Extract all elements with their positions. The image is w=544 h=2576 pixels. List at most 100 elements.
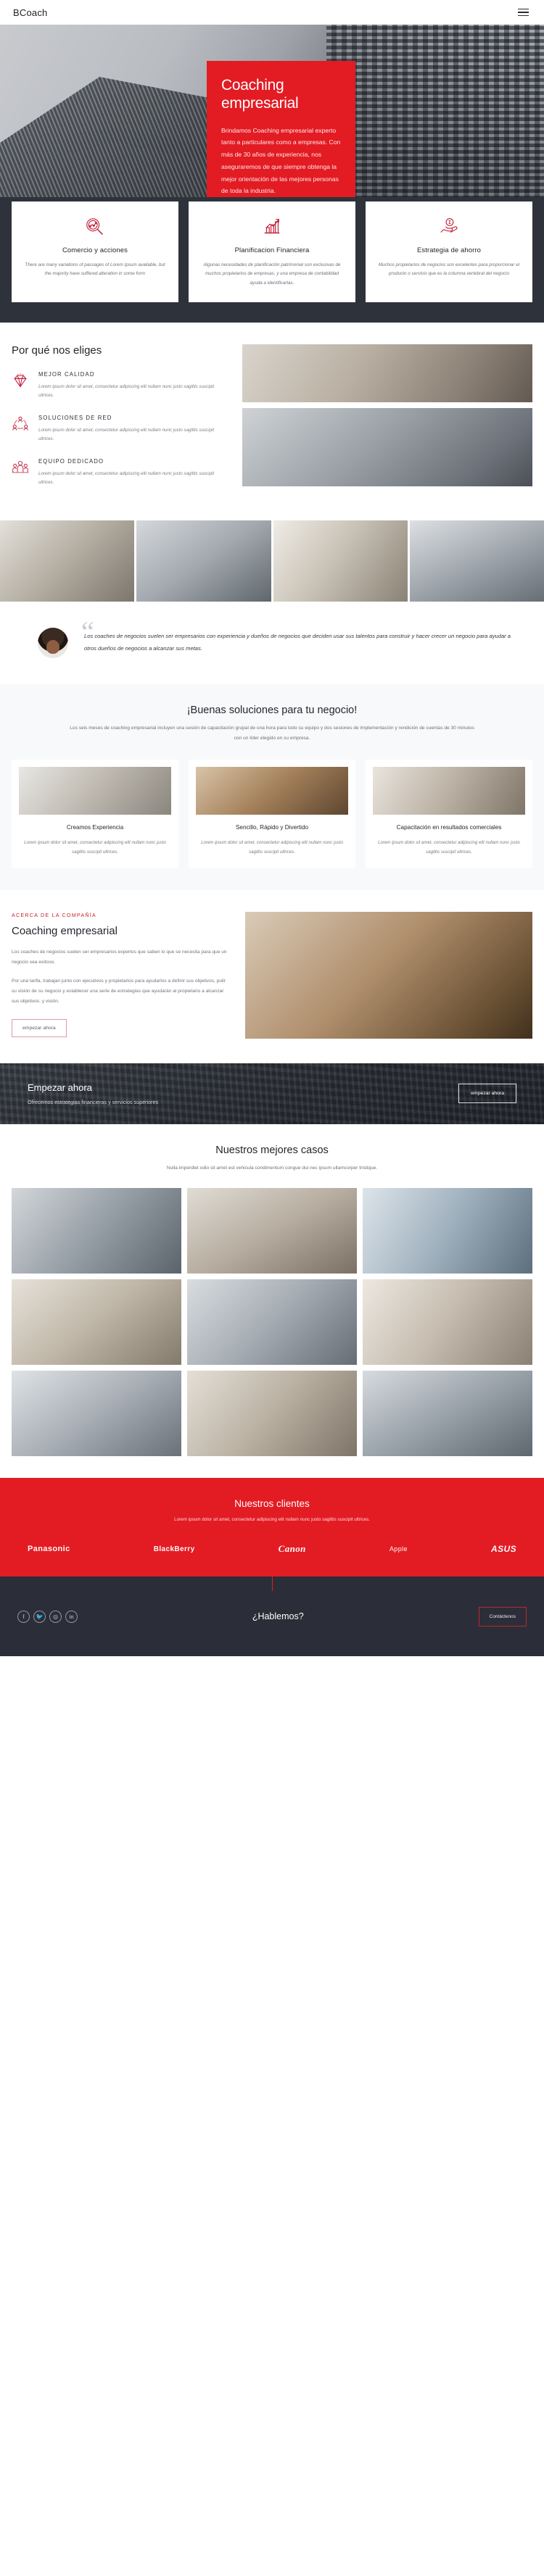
solution-card-description: Lorem ipsum dolor sit amet, consectetur … — [24, 840, 166, 855]
feature-card[interactable]: Estrategia de ahorro Muchos propietarios… — [366, 201, 532, 302]
cta-button[interactable]: empezar ahora — [458, 1084, 516, 1104]
feature-cards-section: Comercio y acciones There are many varia… — [0, 197, 544, 323]
about-title: Coaching empresarial — [12, 924, 118, 937]
solution-card-description: Lorem ipsum dolor sit amet, consectetur … — [201, 840, 343, 855]
case-image[interactable] — [187, 1279, 357, 1365]
solutions-title: ¡Buenas soluciones para tu negocio! — [186, 705, 358, 717]
cta-banner: Empezar ahora Ofrecemos estrategias fina… — [0, 1063, 544, 1124]
cases-subtitle: Nulla imperdiet odio sit amet est vehicu… — [166, 1165, 378, 1171]
client-logo-row: Panasonic BlackBerry Canon Apple ASUS — [12, 1543, 532, 1555]
hamburger-menu-icon[interactable] — [516, 7, 531, 19]
client-logo-panasonic: Panasonic — [28, 1545, 70, 1554]
case-image[interactable] — [363, 1279, 532, 1365]
case-image[interactable] — [187, 1187, 357, 1274]
case-image[interactable] — [12, 1370, 181, 1456]
case-image[interactable] — [363, 1187, 532, 1274]
clients-subtitle: Lorem ipsum dolor sit amet, consectetur … — [174, 1516, 370, 1522]
feature-card-description: There are many variations of passages of… — [25, 262, 165, 277]
case-image[interactable] — [363, 1370, 532, 1456]
about-image-hands — [245, 911, 532, 1039]
solution-card-image — [19, 767, 171, 815]
about-paragraph-1: Los coaches de negocios suelen ser empre… — [12, 949, 227, 965]
site-header: BCoach — [0, 0, 544, 25]
about-cta-button[interactable]: empezar ahora — [12, 1018, 67, 1037]
contact-button[interactable]: Contáctenos — [478, 1606, 527, 1626]
case-image[interactable] — [187, 1370, 357, 1456]
hero-title: Coaching empresarial — [221, 77, 299, 112]
cta-title: Empezar ahora — [28, 1081, 92, 1093]
why-us-item-title: EQUIPO DEDICADO — [38, 458, 104, 465]
instagram-icon[interactable]: ◎ — [49, 1610, 62, 1623]
why-us-item: MEJOR CALIDAD Lorem ipsum dolor sit amet… — [12, 371, 229, 400]
solution-card[interactable]: Sencillo, Rápido y Divertido Lorem ipsum… — [189, 760, 355, 868]
linkedin-icon[interactable]: in — [65, 1610, 78, 1623]
about-paragraph-2: Por una tarifa, trabajan junto con ejecu… — [12, 979, 226, 1005]
solutions-subtitle: Los seis meses de coaching empresarial i… — [70, 726, 474, 741]
why-us-section: Por qué nos eliges MEJOR CALIDAD Lorem i… — [0, 322, 544, 521]
social-links: f 🐦 ◎ in — [17, 1610, 78, 1623]
brand-logo[interactable]: BCoach — [13, 7, 47, 18]
hand-coin-icon — [376, 215, 522, 239]
mosaic-image — [273, 520, 408, 602]
mosaic-image — [136, 520, 271, 602]
why-us-images — [242, 344, 532, 502]
why-us-image-team — [242, 407, 532, 486]
footer-title: ¿Hablemos? — [252, 1611, 304, 1622]
case-image[interactable] — [12, 1187, 181, 1274]
case-image[interactable] — [12, 1279, 181, 1365]
cases-title: Nuestros mejores casos — [215, 1144, 329, 1156]
photo-mosaic-strip — [0, 520, 544, 602]
about-image-column — [245, 911, 532, 1039]
why-us-heading: Por qué nos eliges — [12, 344, 102, 357]
growth-bar-chart-icon — [199, 215, 345, 239]
twitter-icon[interactable]: 🐦 — [33, 1610, 46, 1623]
client-logo-asus: ASUS — [491, 1544, 516, 1555]
clients-section: Nuestros clientes Lorem ipsum dolor sit … — [0, 1477, 544, 1577]
client-logo-blackberry: BlackBerry — [153, 1545, 195, 1553]
why-us-list: Por qué nos eliges MEJOR CALIDAD Lorem i… — [12, 344, 229, 502]
hamburger-bar — [518, 8, 529, 10]
why-us-image-meeting — [242, 344, 532, 402]
why-us-item-title: MEJOR CALIDAD — [38, 370, 95, 378]
about-text-column: ACERCA DE LA COMPAÑÍA Coaching empresari… — [12, 912, 229, 1039]
site-footer: f 🐦 ◎ in ¿Hablemos? Contáctenos — [0, 1576, 544, 1657]
why-us-item-description: Lorem ipsum dolor sit amet, consectetur … — [38, 427, 215, 442]
solution-card-title: Capacitación en resultados comerciales — [396, 824, 502, 831]
diamond-icon — [12, 371, 30, 400]
solution-card-title: Sencillo, Rápido y Divertido — [235, 824, 309, 831]
feature-card-title: Planificacion Financiera — [234, 246, 310, 254]
feature-card[interactable]: Comercio y acciones There are many varia… — [12, 201, 178, 302]
why-us-item: EQUIPO DEDICADO Lorem ipsum dolor sit am… — [12, 458, 229, 487]
avatar — [38, 628, 68, 659]
client-logo-canon: Canon — [278, 1543, 306, 1555]
testimonial-section: “ Los coaches de negocios suelen ser emp… — [0, 602, 544, 685]
page-root: BCoach Coaching empresarial Brindamos Co… — [0, 0, 544, 1657]
solution-card[interactable]: Capacitación en resultados comerciales L… — [366, 760, 532, 868]
about-eyebrow: ACERCA DE LA COMPAÑÍA — [12, 911, 96, 918]
solutions-card-row: Creamos Experiencia Lorem ipsum dolor si… — [12, 760, 532, 868]
solution-card[interactable]: Creamos Experiencia Lorem ipsum dolor si… — [12, 760, 178, 868]
why-us-item-description: Lorem ipsum dolor sit amet, consectetur … — [38, 471, 215, 486]
cases-grid — [12, 1187, 532, 1456]
solution-card-title: Creamos Experiencia — [66, 824, 124, 831]
team-group-icon — [12, 458, 30, 487]
facebook-icon[interactable]: f — [17, 1610, 30, 1623]
testimonial-body: “ Los coaches de negocios suelen ser emp… — [81, 618, 519, 655]
solution-card-image — [196, 767, 348, 815]
cta-subtitle: Ofrecemos estrategias financieras y serv… — [28, 1098, 159, 1105]
solution-card-image — [373, 767, 525, 815]
feature-cards-row: Comercio y acciones There are many varia… — [0, 201, 544, 302]
cta-text-group: Empezar ahora Ofrecemos estrategias fina… — [28, 1082, 158, 1105]
testimonial-text: Los coaches de negocios suelen ser empre… — [84, 633, 511, 652]
feature-card[interactable]: Planificacion Financiera Algunas necesid… — [189, 201, 355, 302]
hamburger-bar — [518, 14, 529, 17]
why-us-item: SOLUCIONES DE RED Lorem ipsum dolor sit … — [12, 415, 229, 444]
mosaic-image — [409, 520, 544, 602]
feature-card-title: Comercio y acciones — [62, 246, 128, 254]
solution-card-description: Lorem ipsum dolor sit amet, consectetur … — [378, 840, 520, 855]
cases-section: Nuestros mejores casos Nulla imperdiet o… — [0, 1123, 544, 1478]
hamburger-bar — [518, 12, 529, 13]
hero-description: Brindamos Coaching empresarial experto t… — [221, 126, 341, 195]
feature-card-description: Algunas necesidades de planificación pat… — [203, 262, 341, 286]
about-section: ACERCA DE LA COMPAÑÍA Coaching empresari… — [0, 889, 544, 1063]
